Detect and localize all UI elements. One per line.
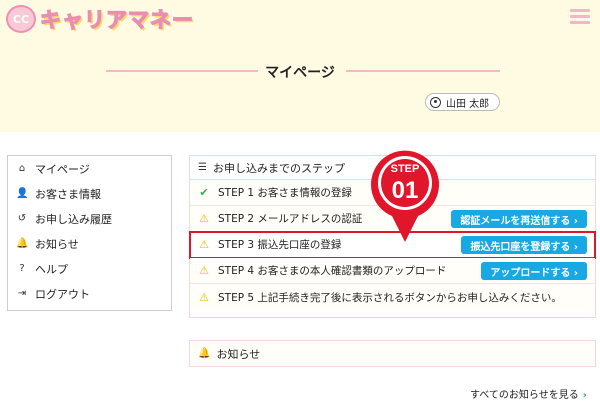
- register-bank-account-button[interactable]: 振込先口座を登録する ›: [461, 236, 587, 254]
- user-circle-icon: [430, 96, 441, 108]
- help-icon: ?: [19, 263, 25, 274]
- resend-auth-email-button[interactable]: 認証メールを再送信する ›: [451, 210, 587, 228]
- notice-panel-header: 🔔 お知らせ: [189, 340, 596, 367]
- warning-icon: ⚠: [199, 238, 209, 251]
- logo-mark: CC: [6, 5, 36, 33]
- title-band: マイページ 山田 太郎: [0, 36, 600, 132]
- page-title: マイページ: [265, 65, 335, 81]
- warning-icon: ⚠: [199, 290, 209, 304]
- bell-icon: 🔔: [16, 238, 29, 249]
- hamburger-line: [570, 21, 590, 24]
- step-label: STEP 1 お客さま情報の登録: [218, 187, 352, 199]
- sidebar: ⌂ マイページ 👤 お客さま情報 ↺ お申し込み履歴 🔔 お知らせ ? ヘルプ …: [7, 155, 172, 311]
- user-name: 山田 太郎: [446, 98, 490, 110]
- sidebar-item-customer-info[interactable]: 👤 お客さま情報: [8, 181, 171, 206]
- warning-icon: ⚠: [199, 264, 209, 277]
- sidebar-item-logout[interactable]: ⇥ ログアウト: [8, 281, 171, 306]
- home-icon: ⌂: [18, 163, 26, 174]
- step-label: STEP 3 振込先口座の登録: [218, 239, 342, 251]
- all-notices-link-label: すべてのお知らせを見る: [470, 390, 579, 401]
- step-label: STEP 2 メールアドレスの認証: [218, 213, 363, 225]
- sidebar-item-mypage[interactable]: ⌂ マイページ: [8, 156, 171, 181]
- sidebar-item-label: ヘルプ: [35, 262, 68, 276]
- step-row-4: ⚠ STEP 4 お客さまの本人確認書類のアップロード アップロードする ›: [190, 258, 595, 284]
- sidebar-item-notices[interactable]: 🔔 お知らせ: [8, 231, 171, 256]
- hamburger-icon[interactable]: [570, 9, 590, 25]
- sidebar-item-history[interactable]: ↺ お申し込み履歴: [8, 206, 171, 231]
- warning-icon: ⚠: [199, 212, 209, 225]
- hamburger-line: [570, 15, 590, 18]
- upload-button[interactable]: アップロードする ›: [481, 262, 587, 280]
- list-icon: ☰: [198, 162, 207, 173]
- user-icon: 👤: [16, 188, 29, 199]
- sidebar-item-label: お知らせ: [35, 237, 79, 251]
- logo[interactable]: CC キャリアマネー: [6, 4, 194, 34]
- bell-icon: 🔔: [198, 348, 211, 359]
- step-marker-pin: STEP 01: [371, 150, 439, 242]
- title-divider-right: [346, 70, 500, 72]
- sidebar-item-label: お客さま情報: [35, 187, 101, 201]
- logout-icon: ⇥: [17, 288, 27, 299]
- sidebar-item-help[interactable]: ? ヘルプ: [8, 256, 171, 281]
- step-row-5: ⚠ STEP 5 上記手続き完了後に表示されるボタンからお申し込みください。: [190, 284, 595, 310]
- check-icon: ✔: [199, 186, 209, 199]
- top-bar: CC キャリアマネー: [0, 0, 600, 36]
- sidebar-item-label: ログアウト: [35, 287, 90, 301]
- sidebar-item-label: お申し込み履歴: [35, 212, 112, 226]
- chevron-right-icon: ›: [582, 390, 587, 401]
- notice-heading: お知らせ: [216, 347, 261, 361]
- sidebar-item-label: マイページ: [35, 162, 90, 176]
- hamburger-line: [570, 9, 590, 12]
- step-label: STEP 4 お客さまの本人確認書類のアップロード: [218, 265, 447, 277]
- all-notices-link[interactable]: すべてのお知らせを見る ›: [470, 386, 587, 401]
- marker-number: 01: [392, 177, 419, 204]
- user-chip[interactable]: 山田 太郎: [425, 93, 501, 111]
- marker-word: STEP: [391, 163, 420, 175]
- steps-heading: お申し込みまでのステップ: [212, 161, 345, 175]
- step-label: STEP 5 上記手続き完了後に表示されるボタンからお申し込みください。: [218, 291, 562, 304]
- logo-text: キャリアマネー: [39, 7, 194, 32]
- history-icon: ↺: [17, 213, 27, 224]
